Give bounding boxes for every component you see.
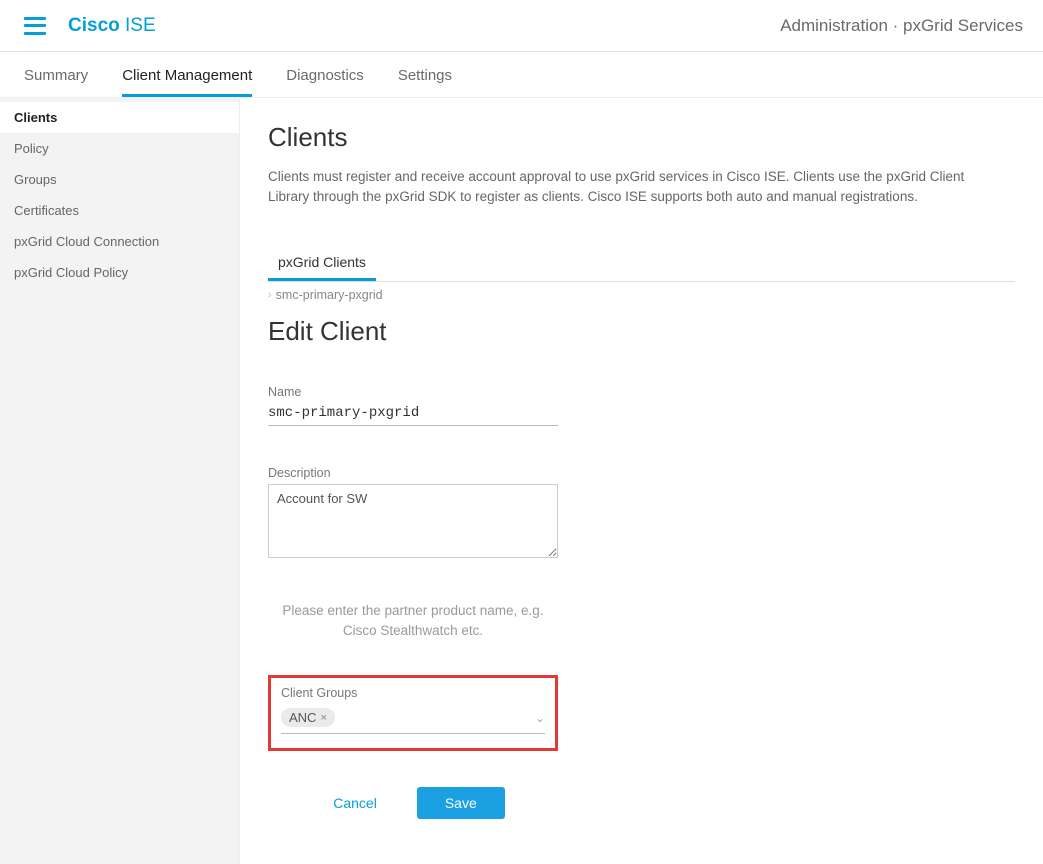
form-actions: Cancel Save <box>268 787 558 819</box>
save-button[interactable]: Save <box>417 787 505 819</box>
page-title: Clients <box>268 122 1015 153</box>
client-breadcrumb: › smc-primary-pxgrid <box>268 288 1015 302</box>
chip-label: ANC <box>289 710 316 725</box>
field-description: Description Account for SW <box>268 466 558 561</box>
sidebar-item-clients[interactable]: Clients <box>0 102 239 133</box>
sidebar-item-groups[interactable]: Groups <box>0 164 239 195</box>
form-title: Edit Client <box>268 316 1015 347</box>
cancel-button[interactable]: Cancel <box>321 787 389 819</box>
client-breadcrumb-item[interactable]: smc-primary-pxgrid <box>276 288 383 302</box>
name-label: Name <box>268 385 558 399</box>
sidebar-item-pxgrid-cloud-policy[interactable]: pxGrid Cloud Policy <box>0 257 239 288</box>
client-groups-label: Client Groups <box>281 686 545 700</box>
sub-tabs: pxGrid Clients <box>268 248 1015 282</box>
main-content: Clients Clients must register and receiv… <box>240 98 1043 864</box>
sidebar: Clients Policy Groups Certificates pxGri… <box>0 98 240 864</box>
description-label: Description <box>268 466 558 480</box>
brand-cisco: Cisco <box>68 15 120 36</box>
chip-anc: ANC × <box>281 708 335 727</box>
field-name: Name <box>268 385 558 426</box>
tab-settings[interactable]: Settings <box>398 67 452 97</box>
brand: Cisco ISE <box>68 15 156 37</box>
name-input[interactable] <box>268 403 558 426</box>
description-textarea[interactable]: Account for SW <box>268 484 558 558</box>
tab-summary[interactable]: Summary <box>24 67 88 97</box>
tab-diagnostics[interactable]: Diagnostics <box>286 67 364 97</box>
edit-client-form: Name Description Account for SW Please e… <box>268 385 558 820</box>
tab-client-management[interactable]: Client Management <box>122 67 252 97</box>
client-groups-select[interactable]: ANC × ⌄ <box>281 704 545 734</box>
client-groups-highlight: Client Groups ANC × ⌄ <box>268 675 558 751</box>
sidebar-item-policy[interactable]: Policy <box>0 133 239 164</box>
sub-tab-pxgrid-clients[interactable]: pxGrid Clients <box>268 248 376 281</box>
top-bar: Cisco ISE Administration · pxGrid Servic… <box>0 0 1043 52</box>
description-hint: Please enter the partner product name, e… <box>268 601 558 642</box>
main-tabs: Summary Client Management Diagnostics Se… <box>0 52 1043 98</box>
breadcrumb: Administration · pxGrid Services <box>780 16 1023 36</box>
brand-ise: ISE <box>120 15 156 36</box>
sidebar-item-pxgrid-cloud-connection[interactable]: pxGrid Cloud Connection <box>0 226 239 257</box>
menu-icon[interactable] <box>24 17 46 35</box>
chevron-down-icon[interactable]: ⌄ <box>535 711 545 725</box>
chip-remove-icon[interactable]: × <box>320 712 326 724</box>
sidebar-item-certificates[interactable]: Certificates <box>0 195 239 226</box>
page-description: Clients must register and receive accoun… <box>268 167 988 208</box>
chevron-right-icon: › <box>268 289 272 301</box>
